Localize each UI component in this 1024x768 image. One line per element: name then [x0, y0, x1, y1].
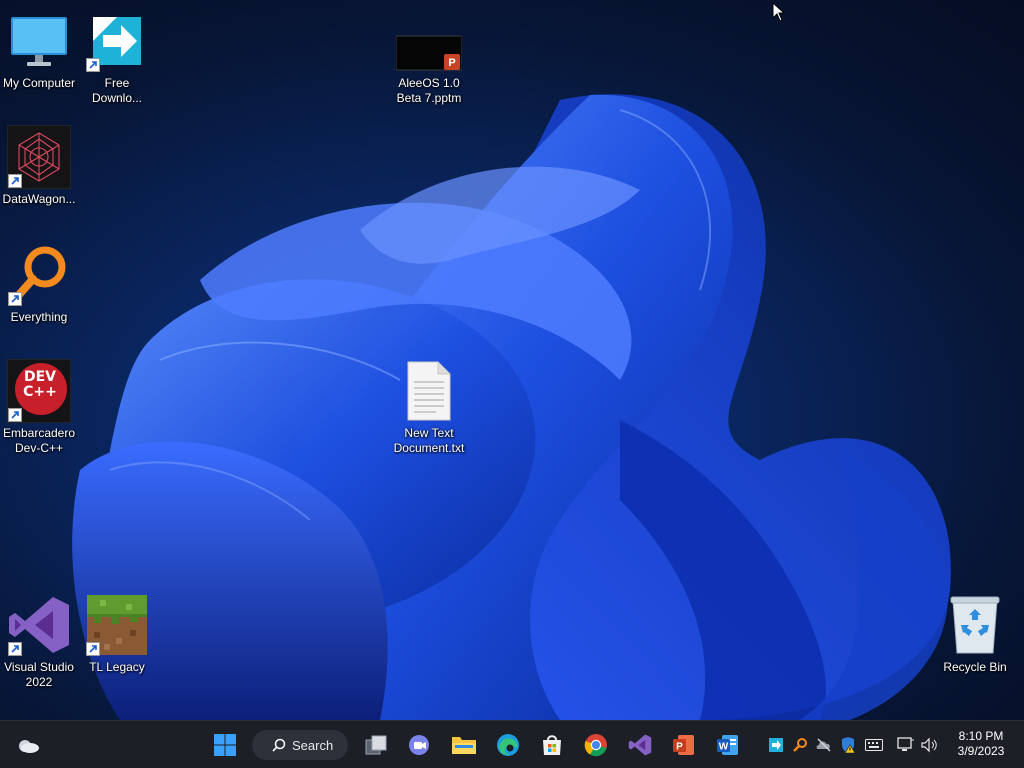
windows-logo-icon — [214, 734, 236, 756]
tray-everything[interactable] — [790, 735, 810, 755]
monitor-icon — [6, 8, 72, 74]
devcpp-icon: DEV C++ — [6, 358, 72, 424]
download-arrow-icon — [84, 8, 150, 74]
taskbar-clock[interactable]: 8:10 PM 3/9/2023 — [946, 729, 1016, 759]
security-warning-icon — [842, 737, 856, 754]
powerpoint-button[interactable]: P — [668, 729, 700, 761]
tray-keyboard[interactable] — [864, 735, 884, 755]
chrome-button[interactable] — [580, 729, 612, 761]
video-chat-icon — [409, 735, 429, 755]
desktop-icon-my-computer[interactable]: My Computer — [0, 8, 78, 91]
edge-button[interactable] — [492, 729, 524, 761]
svg-text:P: P — [676, 742, 683, 753]
datawagon-icon — [6, 124, 72, 190]
file-explorer-button[interactable] — [448, 729, 480, 761]
desktop-icon-aleeos-pptm[interactable]: P AleeOS 1.0 Beta 7.pptm — [390, 30, 468, 106]
store-icon — [543, 735, 561, 755]
edge-icon — [497, 734, 519, 756]
folder-icon — [452, 737, 476, 754]
desktop-icon-new-text-document[interactable]: New Text Document.txt — [390, 358, 468, 456]
svg-text:P: P — [448, 57, 455, 69]
download-manager-tray-icon — [769, 738, 783, 752]
shortcut-arrow-icon — [86, 58, 100, 72]
task-view-icon — [365, 735, 387, 755]
tray-download-manager[interactable] — [766, 735, 786, 755]
taskbar: Search P W 8:10 PM 3/9/2023 — [0, 720, 1024, 768]
everything-tray-icon — [793, 738, 807, 752]
tray-security[interactable] — [838, 735, 858, 755]
desktop-icon-datawagon[interactable]: DataWagon... — [0, 124, 78, 207]
keyboard-icon — [865, 739, 883, 751]
start-button[interactable] — [209, 729, 241, 761]
desktop-icon-free-download-manager[interactable]: Free Downlo... — [78, 8, 156, 106]
desktop-icon-everything[interactable]: Everything — [0, 242, 78, 325]
tray-network[interactable] — [896, 735, 916, 755]
task-view-button[interactable] — [360, 729, 392, 761]
powerpoint-file-icon: P — [396, 30, 462, 74]
desktop-icon-dev-cpp[interactable]: DEV C++ Embarcadero Dev-C++ — [0, 358, 78, 456]
powerpoint-icon: P — [673, 735, 694, 755]
widgets-button[interactable] — [12, 729, 44, 761]
desktop-icon-recycle-bin[interactable]: Recycle Bin — [936, 592, 1014, 675]
teams-button[interactable] — [404, 729, 436, 761]
devcpp-badge-text: DEV C++ — [23, 369, 57, 400]
shortcut-arrow-icon — [8, 174, 22, 188]
tray-onedrive[interactable] — [814, 735, 834, 755]
clock-time: 8:10 PM — [958, 729, 1004, 743]
desktop-icon-tl-legacy[interactable]: TL Legacy — [78, 592, 156, 675]
text-file-icon — [396, 358, 462, 424]
word-button[interactable]: W — [712, 729, 744, 761]
network-icon — [897, 737, 914, 751]
store-button[interactable] — [536, 729, 568, 761]
shortcut-arrow-icon — [8, 642, 22, 656]
word-icon: W — [717, 735, 738, 755]
shortcut-arrow-icon — [8, 408, 22, 422]
search-icon — [272, 738, 286, 752]
weather-icon — [19, 740, 39, 753]
desktop-icon-visual-studio[interactable]: Visual Studio 2022 — [0, 592, 78, 690]
visual-studio-icon — [6, 592, 72, 658]
shortcut-arrow-icon — [86, 642, 100, 656]
svg-text:W: W — [719, 742, 729, 753]
mouse-cursor-icon — [772, 2, 786, 22]
search-label: Search — [292, 737, 334, 753]
visual-studio-icon — [628, 734, 652, 756]
volume-icon — [921, 737, 937, 753]
clock-date: 3/9/2023 — [957, 744, 1005, 758]
tray-volume[interactable] — [920, 735, 940, 755]
recycle-bin-icon — [942, 592, 1008, 658]
onedrive-offline-icon — [816, 738, 831, 752]
grass-block-icon — [84, 592, 150, 658]
shortcut-arrow-icon — [8, 292, 22, 306]
visual-studio-button[interactable] — [624, 729, 656, 761]
search-box[interactable]: Search — [252, 730, 348, 760]
chrome-icon — [584, 734, 607, 757]
magnifier-icon — [6, 242, 72, 308]
